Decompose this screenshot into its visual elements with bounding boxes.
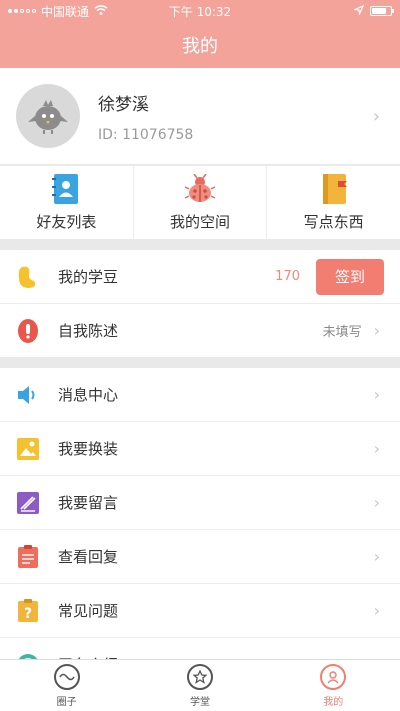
menu-label: 查看回复 [58,548,119,566]
menu-item-messages[interactable]: 消息中心 › [0,368,400,421]
tab-label: 圈子 [56,696,77,708]
self-intro-row[interactable]: 自我陈述 未填写 › [0,304,400,357]
menu-label: 我要留言 [58,494,119,512]
quick-label: 好友列表 [36,213,97,231]
message-pen-icon [16,490,40,516]
row-right: › [374,601,400,620]
profile-card[interactable]: 徐梦溪 ID: 11076758 › [0,68,400,164]
menu-label: 常见问题 [58,602,119,620]
tab-mine[interactable]: 我的 [267,660,400,711]
nav-bar: 我的 [0,22,400,68]
quick-actions: 好友列表 我的空间 写点东西 [0,165,400,239]
tab-bar: 圈子 学堂 我的 [0,659,400,711]
circle-wave-icon [53,663,80,690]
chevron-right-icon: › [373,321,380,340]
profile-text: 徐梦溪 ID: 11076758 [98,90,193,143]
bird-avatar-icon [28,100,68,134]
chevron-right-icon: › [372,105,380,127]
self-intro-status: 未填写 [322,325,362,340]
self-intro-label: 自我陈述 [58,322,119,340]
chevron-right-icon: › [373,493,380,512]
notebook-icon [318,173,350,205]
avatar[interactable] [16,84,80,148]
quick-label: 写点东西 [303,213,364,231]
clipboard-icon [16,544,40,570]
chevron-right-icon: › [373,601,380,620]
battery-icon [370,6,394,16]
self-intro-right: 未填写 › [323,321,400,340]
row-right: › [374,385,400,404]
speaker-icon [16,382,40,408]
status-time: 下午 10:32 [168,4,232,19]
row-right: › [374,493,400,512]
tab-school[interactable]: 学堂 [133,660,266,711]
quick-label: 我的空间 [170,213,231,231]
profile-id: ID: 11076758 [98,126,194,143]
bean-icon [16,264,40,290]
profile-name: 徐梦溪 [98,94,149,115]
chevron-right-icon: › [373,547,380,566]
star-icon [186,663,213,690]
user-icon [320,663,347,690]
sign-in-button[interactable]: 签到 [316,258,384,295]
ladybug-icon [184,173,216,205]
tab-label: 我的 [323,696,344,708]
contacts-book-icon [50,173,82,205]
tab-circle[interactable]: 圈子 [0,660,133,711]
row-right: › [374,547,400,566]
row-right: › [374,439,400,458]
points-row[interactable]: 我的学豆 170 签到 [0,250,400,303]
quick-write[interactable]: 写点东西 [267,166,400,239]
question-icon: ? [16,598,40,624]
picture-icon [16,436,40,462]
menu-item-faq[interactable]: ? 常见问题 › [0,584,400,637]
menu-item-leave-message[interactable]: 我要留言 › [0,476,400,529]
menu-label: 消息中心 [58,386,119,404]
menu-item-view-replies[interactable]: 查看回复 › [0,530,400,583]
status-bar: 中国联通 下午 10:32 [0,0,400,22]
quick-friends-list[interactable]: 好友列表 [0,166,134,239]
points-label: 我的学豆 [58,268,119,286]
mic-icon [16,318,40,344]
tab-label: 学堂 [189,696,210,708]
chevron-right-icon: › [373,385,380,404]
chevron-right-icon: › [373,439,380,458]
quick-my-space[interactable]: 我的空间 [134,166,268,239]
points-right: 170 签到 [275,258,400,295]
svg-text:?: ? [24,606,32,622]
menu-item-dress-up[interactable]: 我要换装 › [0,422,400,475]
page-title: 我的 [182,36,218,57]
points-count: 170 [275,269,300,284]
menu-label: 我要换装 [58,440,119,458]
